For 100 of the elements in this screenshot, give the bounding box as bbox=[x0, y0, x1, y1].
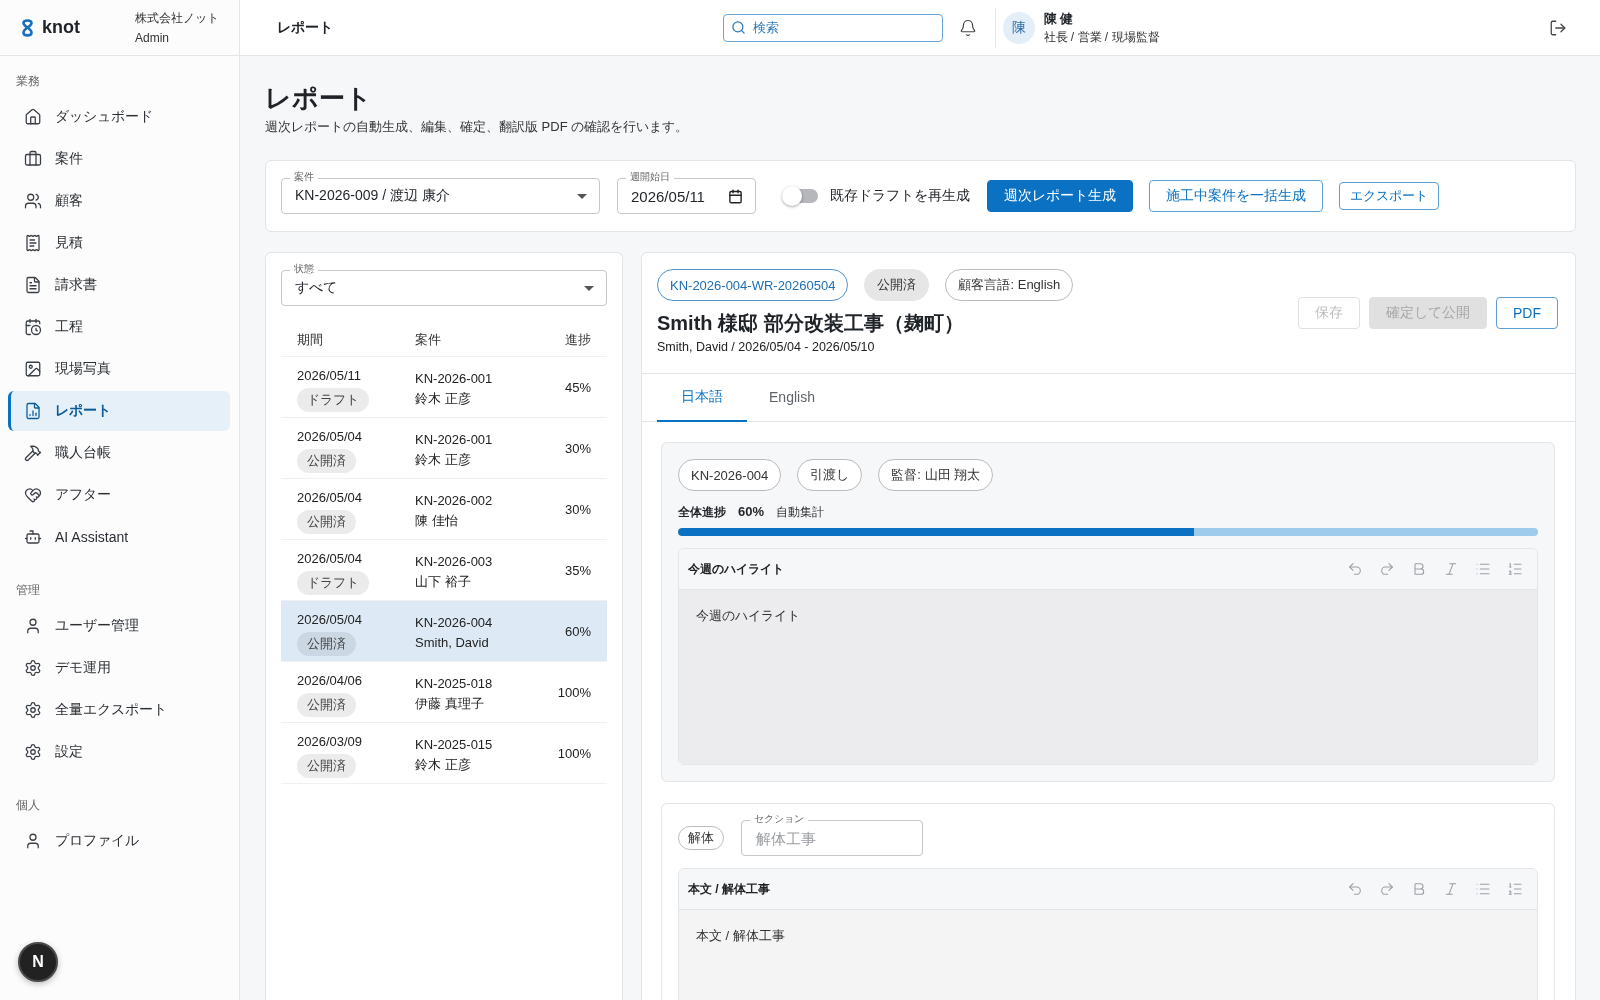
period-text: 2026/03/09 bbox=[297, 733, 363, 751]
progress-text: 35% bbox=[564, 562, 591, 578]
toggle-switch[interactable] bbox=[782, 186, 818, 206]
action-button[interactable]: 週次レポート生成 bbox=[987, 180, 1133, 212]
nav-item[interactable]: 工程 bbox=[8, 307, 230, 347]
nav-item[interactable]: 請求書 bbox=[8, 265, 230, 305]
nav-item[interactable]: 案件 bbox=[8, 139, 230, 179]
report-row[interactable]: 2026/05/04 公開済 KN-2026-002 陳 佳怡 30% bbox=[281, 479, 607, 540]
numbered-list-icon[interactable] bbox=[1507, 561, 1523, 577]
user-roles: 社長 / 営業 / 現場監督 bbox=[1043, 29, 1160, 45]
period-text: 2026/05/04 bbox=[297, 489, 363, 507]
field-label: 案件 bbox=[290, 171, 318, 183]
language-tab[interactable]: English bbox=[747, 374, 837, 422]
search-field[interactable]: 検索 bbox=[722, 13, 943, 42]
project-id: KN-2026-001 bbox=[415, 370, 493, 388]
nav-item[interactable]: レポート bbox=[8, 391, 230, 431]
progress-note: 自動集計 bbox=[776, 504, 825, 521]
progress-text: 45% bbox=[564, 379, 591, 395]
nav-item[interactable]: AI Assistant bbox=[8, 517, 230, 557]
nav-item[interactable]: 設定 bbox=[8, 732, 230, 772]
nav-section-title: 業務 bbox=[15, 73, 40, 90]
progress-text: 30% bbox=[564, 440, 591, 456]
report-chip: KN-2026-004-WR-20260504 bbox=[657, 269, 849, 301]
field-label: 状態 bbox=[290, 263, 318, 275]
status-badge: ドラフト bbox=[297, 388, 369, 412]
status-badge: 公開済 bbox=[297, 754, 356, 778]
header-title: レポート bbox=[277, 18, 333, 37]
robot-icon bbox=[24, 528, 42, 546]
nav-item[interactable]: デモ運用 bbox=[8, 648, 230, 688]
info-chip: 監督: 山田 翔太 bbox=[878, 459, 994, 491]
status-badge: 公開済 bbox=[297, 632, 356, 656]
undo-icon[interactable] bbox=[1347, 561, 1363, 577]
logo-icon bbox=[20, 18, 35, 37]
client-name: Smith, David bbox=[415, 634, 489, 652]
period-text: 2026/05/11 bbox=[297, 367, 362, 385]
bold-icon[interactable] bbox=[1411, 561, 1427, 577]
briefcase-icon bbox=[24, 150, 42, 168]
nav-item[interactable]: ユーザー管理 bbox=[8, 606, 230, 646]
italic-icon[interactable] bbox=[1443, 881, 1459, 897]
company-name: 株式会社ノット bbox=[135, 9, 219, 26]
project-id: KN-2026-002 bbox=[415, 492, 493, 510]
report-chip: 顧客言語: English bbox=[945, 269, 1074, 301]
info-chip: KN-2026-004 bbox=[678, 459, 782, 491]
progress-label: 全体進捗 bbox=[678, 504, 726, 521]
undo-icon[interactable] bbox=[1347, 881, 1363, 897]
progress-value: 60% bbox=[738, 503, 765, 521]
nav-section-title: 管理 bbox=[15, 582, 40, 599]
nav-item[interactable]: 見積 bbox=[8, 223, 230, 263]
text-editor-field[interactable]: 今週のハイライト bbox=[679, 590, 1537, 764]
progress-text: 100% bbox=[557, 684, 591, 700]
editor-title: 本文 / 解体工事 bbox=[688, 880, 770, 898]
column-header: 案件 bbox=[415, 330, 441, 349]
action-button[interactable]: エクスポート bbox=[1339, 182, 1439, 210]
home-icon bbox=[24, 108, 42, 126]
progress-text: 100% bbox=[557, 745, 591, 761]
project-id: KN-2026-001 bbox=[415, 431, 493, 449]
nav-item[interactable]: ダッシュボード bbox=[8, 97, 230, 137]
calendar-icon bbox=[728, 188, 743, 204]
report-row[interactable]: 2026/05/04 公開済 KN-2026-001 鈴木 正彦 30% bbox=[281, 418, 607, 479]
bullet-list-icon[interactable] bbox=[1475, 561, 1491, 577]
report-row[interactable]: 2026/03/09 公開済 KN-2025-015 鈴木 正彦 100% bbox=[281, 723, 607, 784]
nav-item[interactable]: 全量エクスポート bbox=[8, 690, 230, 730]
user-icon bbox=[24, 832, 42, 850]
report-row[interactable]: 2026/05/04 公開済 KN-2026-004 Smith, David 60% bbox=[281, 601, 607, 662]
report-title: Smith 様邸 部分改装工事（麹町） bbox=[657, 311, 964, 336]
bullet-list-icon[interactable] bbox=[1475, 881, 1491, 897]
nav-item[interactable]: 顧客 bbox=[8, 181, 230, 221]
logout-icon[interactable] bbox=[1549, 18, 1567, 37]
action-button[interactable]: 施工中案件を一括生成 bbox=[1149, 180, 1323, 212]
user-avatar: 陳 bbox=[1002, 11, 1035, 44]
user-icon bbox=[24, 617, 42, 635]
client-name: 鈴木 正彦 bbox=[415, 451, 471, 469]
gear-icon bbox=[24, 659, 42, 677]
nav-item[interactable]: アフター bbox=[8, 475, 230, 515]
redo-icon[interactable] bbox=[1379, 881, 1395, 897]
numbered-list-icon[interactable] bbox=[1507, 881, 1523, 897]
project-id: KN-2025-015 bbox=[415, 736, 493, 754]
account-role: Admin bbox=[135, 29, 170, 46]
report-row[interactable]: 2026/04/06 公開済 KN-2025-018 伊藤 真理子 100% bbox=[281, 662, 607, 723]
text-editor-field[interactable]: 本文 / 解体工事 bbox=[679, 910, 1537, 1000]
report-row[interactable]: 2026/05/11 ドラフト KN-2026-001 鈴木 正彦 45% bbox=[281, 357, 607, 418]
notification-bell-icon[interactable] bbox=[958, 18, 977, 37]
dev-tools-button[interactable]: N bbox=[18, 942, 58, 982]
nav-item[interactable]: プロファイル bbox=[8, 821, 230, 861]
language-tab[interactable]: 日本語 bbox=[657, 374, 747, 422]
page-title: レポート bbox=[265, 82, 372, 114]
redo-icon[interactable] bbox=[1379, 561, 1395, 577]
action-button[interactable]: PDF bbox=[1496, 296, 1558, 329]
user-name: 陳 健 bbox=[1043, 10, 1075, 27]
project-id: KN-2026-003 bbox=[415, 553, 493, 571]
column-header: 進捗 bbox=[565, 330, 591, 349]
calendar-clock-icon bbox=[24, 318, 42, 336]
receipt-icon bbox=[24, 234, 42, 252]
nav-item[interactable]: 現場写真 bbox=[8, 349, 230, 389]
nav-item[interactable]: 職人台帳 bbox=[8, 433, 230, 473]
document-icon bbox=[24, 276, 42, 294]
bold-icon[interactable] bbox=[1411, 881, 1427, 897]
project-id: KN-2026-004 bbox=[415, 614, 493, 632]
gear-icon bbox=[24, 743, 42, 761]
italic-icon[interactable] bbox=[1443, 561, 1459, 577]
